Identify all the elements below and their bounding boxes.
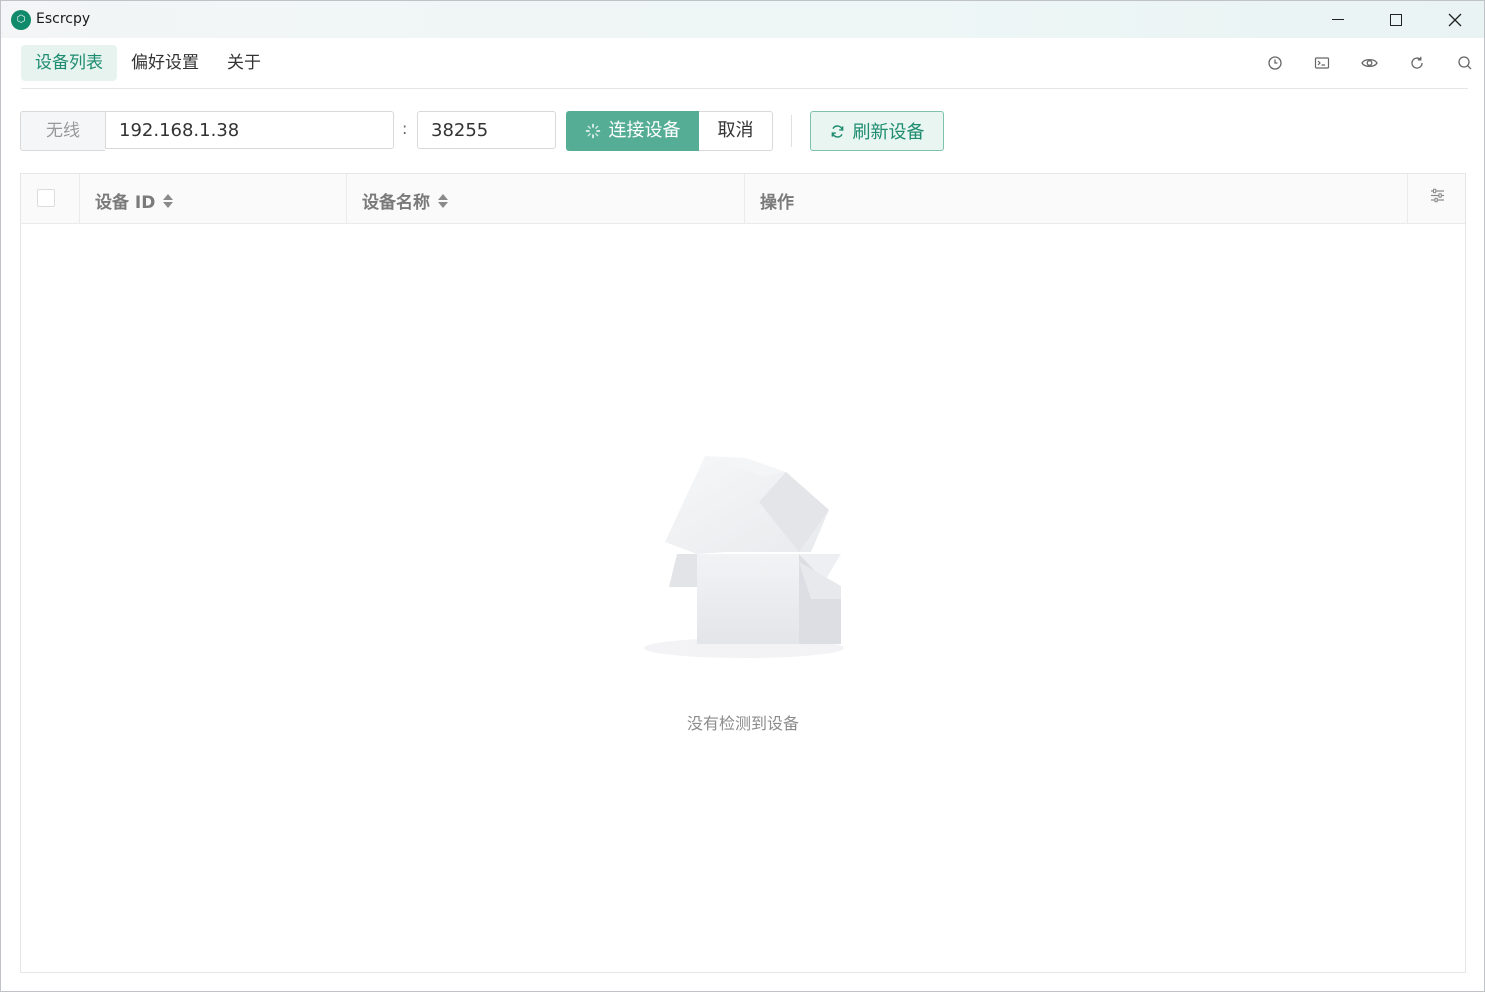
- column-actions-label: 操作: [760, 193, 794, 213]
- empty-box-illustration: [644, 456, 844, 658]
- tab-preferences[interactable]: 偏好设置: [117, 45, 213, 81]
- eye-icon[interactable]: [1346, 53, 1394, 73]
- nav-divider: [21, 88, 1468, 89]
- column-device-name[interactable]: 设备名称: [347, 174, 745, 223]
- column-actions: 操作: [745, 174, 1408, 223]
- header-select-cell: [21, 174, 80, 223]
- connect-device-label: 连接设备: [608, 120, 681, 141]
- cancel-button[interactable]: 取消: [699, 111, 773, 151]
- maximize-icon: [1390, 13, 1402, 26]
- maximize-button[interactable]: [1367, 1, 1425, 38]
- title-bar: ⬡ Escrcpy: [1, 1, 1484, 38]
- select-all-checkbox[interactable]: [37, 189, 55, 207]
- close-button[interactable]: [1426, 1, 1484, 38]
- app-window: ⬡ Escrcpy 设备列表 偏好设置 关于 无线 192.168.1.38 :…: [0, 0, 1485, 992]
- tab-about[interactable]: 关于: [213, 45, 275, 81]
- connect-device-button[interactable]: 连接设备: [566, 111, 699, 151]
- column-device-name-label: 设备名称: [362, 193, 430, 213]
- column-settings-icon[interactable]: [1430, 188, 1445, 203]
- search-icon[interactable]: [1441, 53, 1484, 73]
- refresh-devices-button[interactable]: 刷新设备: [810, 111, 944, 151]
- ip-address-input[interactable]: 192.168.1.38: [105, 111, 394, 149]
- window-title: Escrcpy: [36, 11, 91, 27]
- port-input[interactable]: 38255: [417, 111, 556, 149]
- app-logo-icon: ⬡: [11, 10, 31, 30]
- table-header: 设备 ID 设备名称 操作: [21, 174, 1465, 224]
- refresh-icon[interactable]: [1394, 53, 1442, 73]
- toolbar-divider: [791, 115, 792, 147]
- top-toolbar-icons: [1251, 53, 1484, 73]
- history-icon[interactable]: [1251, 53, 1299, 73]
- close-icon: [1448, 13, 1462, 26]
- sort-icon[interactable]: [438, 193, 448, 208]
- refresh-icon: [831, 124, 843, 138]
- main-nav: 设备列表 偏好设置 关于: [21, 45, 275, 81]
- sort-icon[interactable]: [163, 193, 174, 208]
- terminal-icon[interactable]: [1299, 53, 1347, 73]
- device-table: 设备 ID 设备名称 操作 没有检测到设备: [20, 173, 1466, 973]
- column-settings-cell: [1408, 174, 1467, 223]
- minimize-icon: [1332, 19, 1344, 20]
- connection-mode-label: 无线: [20, 111, 105, 151]
- refresh-devices-label: 刷新设备: [852, 122, 925, 143]
- tab-device-list[interactable]: 设备列表: [21, 45, 117, 81]
- loading-spinner-icon: [585, 123, 600, 139]
- minimize-button[interactable]: [1309, 1, 1367, 38]
- column-device-id[interactable]: 设备 ID: [80, 174, 347, 223]
- empty-state-text: 没有检测到设备: [686, 714, 799, 733]
- column-device-id-label: 设备 ID: [95, 193, 156, 213]
- ip-port-separator: :: [402, 119, 408, 138]
